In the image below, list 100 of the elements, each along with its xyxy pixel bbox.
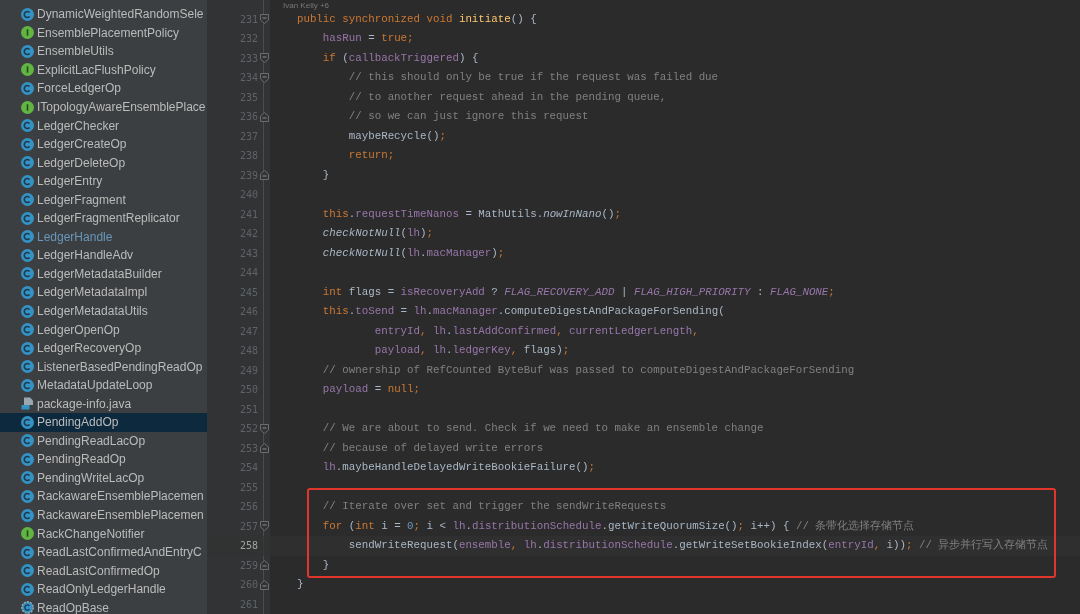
tree-item[interactable]: PendingAddOp <box>0 413 207 432</box>
tree-item[interactable]: ListenerBasedPendingReadOp <box>0 357 207 376</box>
tree-item[interactable]: RackawareEnsemblePlacemen <box>0 487 207 506</box>
class-icon <box>21 137 34 151</box>
class-icon <box>21 304 34 318</box>
tree-item[interactable]: LedgerMetadataBuilder <box>0 264 207 284</box>
code-line: public synchronized void initiate() { <box>295 13 537 25</box>
tree-item[interactable]: LedgerFragmentReplicator <box>0 209 207 228</box>
fold-end-icon[interactable] <box>259 443 269 454</box>
class-icon <box>21 545 34 559</box>
code-line: // so we can just ignore this request <box>347 111 589 123</box>
class-icon <box>21 285 34 299</box>
class-icon <box>21 156 34 170</box>
code-line: this.requestTimeNanos = MathUtils.nowInNano(); <box>321 208 621 220</box>
tree-item[interactable]: RackawareEnsemblePlacemen <box>0 505 207 525</box>
class-icon <box>21 452 34 466</box>
class-icon <box>21 44 34 58</box>
fold-icon[interactable] <box>259 14 269 25</box>
fold-icon[interactable] <box>259 423 269 434</box>
tree-item[interactable]: PendingWriteLacOp <box>0 468 207 488</box>
code-line: checkNotNull(lh); <box>321 228 433 240</box>
tree-item[interactable]: EnsemblePlacementPolicy <box>0 23 207 43</box>
fold-icon[interactable] <box>259 53 269 64</box>
tree-item[interactable]: LedgerEntry <box>0 171 207 191</box>
tree-item[interactable]: MetadataUpdateLoop <box>0 375 207 395</box>
code-line: sendWriteRequest(ensemble, lh.distributionSchedule.getWriteSetBookieIndex(entryId, i)); // 异步并行写入存储节点 <box>347 540 1049 552</box>
tree-item[interactable]: ForceLedgerOp <box>0 79 207 98</box>
code-line: if (callbackTriggered) { <box>321 52 479 64</box>
fold-icon[interactable] <box>259 72 269 83</box>
tree-item[interactable]: LedgerRecoveryOp <box>0 338 207 358</box>
tree-item[interactable]: EnsembleUtils <box>0 42 207 61</box>
class-icon <box>21 508 34 522</box>
tree-item[interactable]: ReadOnlyLedgerHandle <box>0 579 207 599</box>
code-line: payload, lh.ledgerKey, flags); <box>373 345 570 357</box>
code-line: for (int i = 0; i < lh.distributionSchedule.getWriteQuorumSize(); i++) { // 条带化选择存储节点 <box>321 520 915 532</box>
tree-item[interactable]: LedgerHandleAdv <box>0 246 207 265</box>
code-line: } <box>295 579 304 591</box>
code-line: hasRun = true; <box>321 33 414 45</box>
class-icon <box>21 7 34 21</box>
interface-icon <box>21 63 34 77</box>
interface-icon <box>21 26 34 40</box>
class-icon <box>21 471 34 485</box>
tree-item[interactable]: PendingReadOp <box>0 450 207 469</box>
code-line: } <box>321 559 330 571</box>
class-icon <box>21 341 34 355</box>
code-line: maybeRecycle(); <box>347 130 446 142</box>
code-line: // this should only be true if the request was failed due <box>347 72 719 84</box>
fold-icon[interactable] <box>259 521 269 532</box>
code-line: // Iterate over set and trigger the sendWriteRequests <box>321 501 667 513</box>
tree-item[interactable]: ReadLastConfirmedOp <box>0 561 207 580</box>
fold-end-icon[interactable] <box>259 170 269 181</box>
tree-item[interactable]: LedgerMetadataUtils <box>0 301 207 321</box>
class-icon <box>21 193 34 207</box>
tree-item[interactable]: ITopologyAwareEnsemblePlace <box>0 97 207 117</box>
tree-item[interactable]: ReadOpBase <box>0 598 207 614</box>
interface-icon <box>21 527 34 541</box>
class-icon <box>21 174 34 188</box>
author-hint[interactable]: Ivan Kelly +6 <box>283 1 330 10</box>
tree-item[interactable]: package-info.java <box>0 394 207 414</box>
class-icon <box>21 211 34 225</box>
abstract-class-icon <box>21 601 34 614</box>
tree-item[interactable]: LedgerCreateOp <box>0 134 207 154</box>
class-icon <box>21 378 34 392</box>
fold-end-icon[interactable] <box>259 111 269 122</box>
code-line: checkNotNull(lh.macManager); <box>321 247 505 259</box>
tree-item[interactable]: ReadLastConfirmedAndEntryC <box>0 542 207 562</box>
tree-item[interactable]: DynamicWeightedRandomSele <box>0 5 207 24</box>
tree-item[interactable]: LedgerHandle <box>0 227 207 247</box>
code-line: payload = null; <box>321 384 421 396</box>
code-line: // to another request ahead in the pending queue, <box>347 91 667 103</box>
java-file-icon <box>21 397 34 411</box>
class-icon <box>21 582 34 596</box>
fold-end-icon[interactable] <box>259 579 269 590</box>
class-icon <box>21 415 34 429</box>
class-icon <box>21 490 34 503</box>
interface-icon <box>21 100 34 114</box>
tree-item[interactable]: LedgerMetadataImpl <box>0 283 207 302</box>
tree-item[interactable]: LedgerOpenOp <box>0 320 207 339</box>
class-icon <box>21 119 34 133</box>
code-line: } <box>321 169 330 181</box>
class-icon <box>21 323 34 337</box>
class-icon <box>21 434 34 448</box>
class-icon <box>21 360 34 374</box>
code-line: return; <box>347 150 395 162</box>
code-line: entryId, lh.lastAddConfirmed, currentLedgerLength, <box>373 325 699 337</box>
class-icon <box>21 248 34 262</box>
tree-item[interactable]: ExplicitLacFlushPolicy <box>0 60 207 80</box>
code-line: // because of delayed write errors <box>321 442 544 454</box>
class-icon <box>21 81 34 95</box>
fold-end-icon[interactable] <box>259 560 269 571</box>
tree-item[interactable]: LedgerDeleteOp <box>0 153 207 172</box>
code-line: this.toSend = lh.macManager.computeDigestAndPackageForSending( <box>321 306 725 318</box>
tree-item[interactable]: LedgerChecker <box>0 116 207 135</box>
code-line: lh.maybeHandleDelayedWriteBookieFailure(); <box>321 462 595 474</box>
tree-item[interactable]: RackChangeNotifier <box>0 524 207 543</box>
tree-item[interactable]: PendingReadLacOp <box>0 431 207 451</box>
code-line: // ownership of RefCounted ByteBuf was passed to computeDigestAndPackageForSending <box>321 364 855 376</box>
tree-item[interactable]: LedgerFragment <box>0 190 207 209</box>
class-icon <box>21 267 34 281</box>
code-line: int flags = isRecoveryAdd ? FLAG_RECOVERY_ADD | FLAG_HIGH_PRIORITY : FLAG_NONE; <box>321 286 835 298</box>
